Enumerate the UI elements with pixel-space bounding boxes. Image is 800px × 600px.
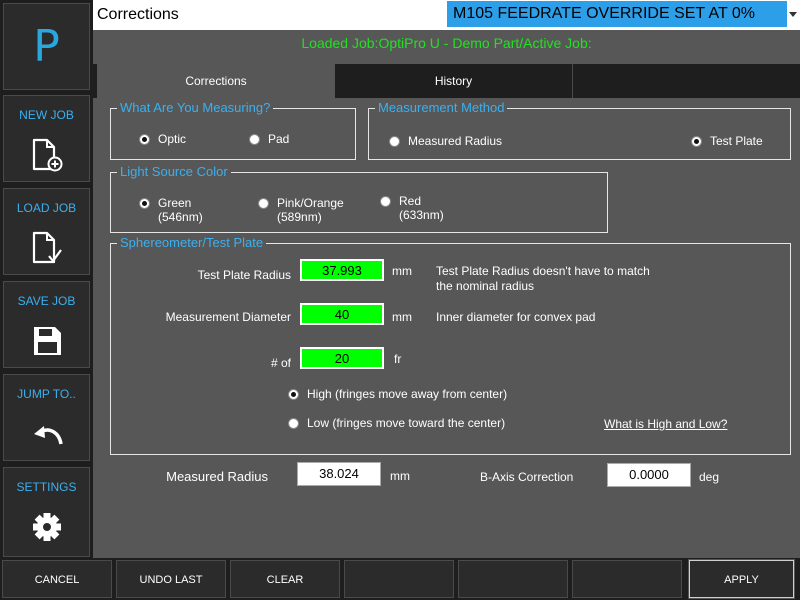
high-fringes-radio[interactable]: High (fringes move away from center) — [288, 387, 507, 401]
test-plate-radius-note-line2: the nominal radius — [436, 279, 535, 293]
clear-button[interactable]: CLEAR — [230, 560, 340, 598]
method-legend: Measurement Method — [375, 100, 508, 115]
jump-to-button[interactable]: JUMP TO.. — [3, 374, 90, 461]
radio-indicator — [691, 136, 702, 147]
green-wavelength: (546nm) — [158, 210, 203, 224]
tab-strip: Corrections History — [93, 64, 800, 98]
radio-indicator — [288, 389, 299, 400]
load-file-icon — [4, 231, 89, 265]
measurement-diameter-unit: mm — [392, 310, 412, 324]
low-fringes-label: Low (fringes move toward the center) — [307, 416, 506, 430]
measuring-group: What Are You Measuring? Optic Pad — [110, 100, 356, 160]
cancel-button[interactable]: CANCEL — [2, 560, 112, 598]
gear-icon — [4, 510, 89, 544]
high-low-help-link[interactable]: What is High and Low? — [604, 417, 727, 431]
red-wavelength: (633nm) — [399, 208, 444, 222]
empty-slot-1 — [344, 560, 454, 598]
test-plate-radius-note-line1: Test Plate Radius doesn't have to match — [436, 264, 650, 278]
measured-radius-option-label: Measured Radius — [408, 134, 503, 148]
measurement-diameter-label: Measurement Diameter — [165, 310, 291, 324]
loaded-job-text: Loaded Job:OptiPro U - Demo Part/Active … — [301, 35, 592, 51]
pad-radio[interactable]: Pad — [249, 132, 289, 146]
green-label: Green (546nm) — [158, 196, 203, 224]
high-fringes-label: High (fringes move away from center) — [307, 387, 508, 401]
red-label: Red (633nm) — [399, 194, 444, 222]
low-fringes-radio[interactable]: Low (fringes move toward the center) — [288, 416, 505, 430]
empty-slot-2 — [458, 560, 568, 598]
logo-letter: P — [33, 21, 60, 72]
load-job-button[interactable]: LOAD JOB — [3, 188, 90, 275]
measured-radius-label: Measured Radius — [166, 469, 268, 484]
radio-indicator — [258, 198, 269, 209]
fringe-count-label: # of — [270, 356, 291, 370]
tab-corrections[interactable]: Corrections — [97, 64, 335, 98]
pink-orange-wavelength: (589nm) — [277, 210, 322, 224]
pink-orange-label: Pink/Orange (589nm) — [277, 196, 344, 224]
save-icon — [4, 324, 89, 358]
red-radio[interactable]: Red (633nm) — [380, 194, 444, 222]
fringe-count-input[interactable]: 20 — [300, 347, 384, 369]
b-axis-correction-unit: deg — [699, 470, 720, 484]
sidebar: P NEW JOB LOAD JOB SAVE JOB JUMP TO.. SE… — [0, 0, 93, 560]
pad-label: Pad — [268, 132, 290, 146]
sphereometer-group: Sphereometer/Test Plate Test Plate Radiu… — [110, 235, 791, 455]
fringe-count-unit: fr — [394, 352, 402, 366]
tab-history[interactable]: History — [335, 64, 573, 98]
radio-indicator — [389, 136, 400, 147]
radio-indicator — [139, 198, 150, 209]
status-message-select[interactable]: M105 FEEDRATE OVERRIDE SET AT 0% — [447, 1, 787, 27]
test-plate-radius-input[interactable]: 37.993 — [300, 259, 384, 281]
load-job-label: LOAD JOB — [16, 201, 77, 215]
method-group: Measurement Method Measured Radius Test … — [368, 100, 791, 160]
app-logo: P — [3, 3, 90, 90]
measuring-legend: What Are You Measuring? — [117, 100, 274, 115]
new-job-label: NEW JOB — [19, 108, 74, 122]
corrections-panel: What Are You Measuring? Optic Pad Measur… — [93, 98, 800, 558]
settings-button[interactable]: SETTINGS — [3, 467, 90, 557]
new-job-button[interactable]: NEW JOB — [3, 95, 90, 182]
green-radio[interactable]: Green (546nm) — [139, 196, 203, 224]
pink-orange-name: Pink/Orange — [277, 196, 344, 210]
settings-label: SETTINGS — [16, 480, 77, 494]
b-axis-correction-value: 0.0000 — [607, 463, 691, 487]
save-job-label: SAVE JOB — [17, 294, 76, 308]
radio-indicator — [139, 134, 150, 145]
test-plate-radio[interactable]: Test Plate — [691, 134, 763, 148]
test-plate-radius-unit: mm — [392, 264, 412, 278]
test-plate-option-label: Test Plate — [710, 134, 763, 148]
page-title: Corrections — [97, 6, 179, 23]
measured-radius-unit: mm — [390, 469, 410, 483]
optic-radio[interactable]: Optic — [139, 132, 186, 146]
light-source-group: Light Source Color Green (546nm) Pink/Ora… — [110, 164, 608, 233]
radio-indicator — [249, 134, 260, 145]
apply-button[interactable]: APPLY — [688, 559, 795, 599]
loaded-job-bar: Loaded Job:OptiPro U - Demo Part/Active … — [93, 30, 800, 64]
b-axis-correction-label: B-Axis Correction — [480, 470, 574, 484]
radio-indicator — [380, 196, 391, 207]
undo-last-button[interactable]: UNDO LAST — [116, 560, 226, 598]
measured-radius-value: 38.024 — [297, 462, 381, 486]
test-plate-radius-label: Test Plate Radius — [197, 268, 291, 282]
title-bar: Corrections M105 FEEDRATE OVERRIDE SET A… — [93, 0, 800, 30]
optic-label: Optic — [158, 132, 187, 146]
empty-slot-3 — [572, 560, 682, 598]
red-name: Red — [399, 194, 422, 208]
bottom-toolbar: CANCEL UNDO LAST CLEAR APPLY — [0, 558, 800, 600]
jump-to-label: JUMP TO.. — [17, 387, 76, 401]
green-name: Green — [158, 196, 192, 210]
sphereometer-legend: Sphereometer/Test Plate — [117, 235, 267, 250]
new-file-icon — [4, 138, 89, 172]
back-arrow-icon — [4, 417, 89, 451]
chevron-down-icon[interactable] — [787, 1, 799, 27]
measurement-diameter-input[interactable]: 40 — [300, 303, 384, 325]
measurement-diameter-note: Inner diameter for convex pad — [436, 310, 596, 324]
measured-radius-radio[interactable]: Measured Radius — [389, 134, 502, 148]
light-source-legend: Light Source Color — [117, 164, 231, 179]
radio-indicator — [288, 418, 299, 429]
pink-orange-radio[interactable]: Pink/Orange (589nm) — [258, 196, 344, 224]
save-job-button[interactable]: SAVE JOB — [3, 281, 90, 368]
